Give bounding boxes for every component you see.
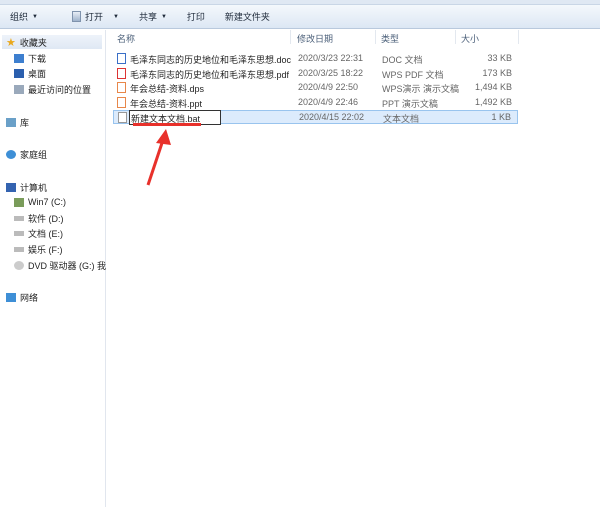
sidebar-item-drive-f[interactable]: 娱乐 (F:) — [14, 242, 63, 256]
library-icon — [6, 117, 16, 127]
label: 软件 (D:) — [28, 213, 64, 224]
drive-icon — [14, 230, 24, 236]
open-label: 打开 — [84, 12, 103, 22]
column-header-date[interactable]: 修改日期 — [297, 32, 333, 46]
file-type: DOC 文档 — [382, 55, 423, 65]
label: Win7 (C:) — [28, 197, 66, 207]
label: 收藏夹 — [19, 37, 47, 48]
dvd-icon — [14, 260, 24, 270]
label: 桌面 — [28, 68, 47, 79]
file-row[interactable]: 年会总结-资料.dps 2020/4/9 22:50 WPS演示 演示文稿 1,494… — [113, 81, 518, 95]
sidebar-item-drive-d[interactable]: 软件 (D:) — [14, 211, 64, 225]
navigation-pane: ★ 收藏夹 下载 桌面 最近访问的位置 库 家庭组 计算机 Win7 (C:) 软… — [0, 30, 106, 507]
file-name: 毛泽东同志的历史地位和毛泽东思想.doc — [130, 55, 292, 65]
file-icon — [117, 96, 126, 108]
share-button[interactable]: 共享 ▼ — [129, 10, 177, 23]
file-icon — [117, 82, 126, 93]
sidebar-item-favorites[interactable]: ★ 收藏夹 — [2, 35, 102, 49]
label: 网络 — [20, 292, 39, 303]
share-label: 共享 — [138, 12, 157, 22]
computer-icon — [6, 182, 16, 192]
label: 库 — [20, 117, 30, 128]
file-date: 2020/3/23 22:31 — [298, 53, 364, 63]
file-date: 2020/4/9 22:46 — [298, 96, 359, 107]
sidebar-item-drive-c[interactable]: Win7 (C:) — [14, 195, 66, 209]
file-size: 1,494 KB — [474, 82, 512, 92]
chevron-down-icon: ▼ — [160, 13, 167, 20]
chevron-down-icon: ▼ — [112, 13, 119, 20]
file-row[interactable]: 毛泽东同志的历史地位和毛泽东思想.pdf 2020/3/25 18:22 WPS P… — [113, 67, 518, 81]
column-divider[interactable] — [455, 30, 456, 44]
file-icon — [117, 53, 126, 64]
file-row[interactable]: 年会总结-资料.ppt 2020/4/9 22:46 PPT 演示文稿 1,492 K… — [113, 96, 518, 110]
sidebar-item-desktop[interactable]: 桌面 — [14, 66, 46, 80]
toolbar: 组织 ▼ 打开 ▼ 共享 ▼ 打印 新建文件夹 — [0, 5, 600, 29]
file-size: 33 KB — [487, 53, 512, 63]
sidebar-item-dvd[interactable]: DVD 驱动器 (G:) 我 — [14, 258, 106, 272]
file-name: 年会总结-资料.ppt — [130, 98, 203, 109]
open-button[interactable]: 打开 ▼ — [62, 10, 129, 23]
downloads-icon — [14, 53, 24, 63]
chevron-down-icon: ▼ — [32, 13, 38, 20]
label: 家庭组 — [20, 149, 48, 160]
column-divider[interactable] — [375, 30, 376, 44]
file-type: WPS PDF 文档 — [382, 69, 444, 80]
open-icon — [71, 11, 81, 22]
organize-button[interactable]: 组织 ▼ — [0, 10, 48, 23]
file-row[interactable]: 毛泽东同志的历史地位和毛泽东思想.doc 2020/3/23 22:31 DOC 文… — [113, 52, 518, 66]
new-folder-label: 新建文件夹 — [224, 12, 270, 22]
homegroup-icon — [6, 149, 16, 159]
file-type: PPT 演示文稿 — [382, 98, 438, 109]
file-name: 毛泽东同志的历史地位和毛泽东思想.pdf — [130, 69, 290, 80]
file-name: 年会总结-资料.dps — [130, 84, 205, 94]
network-icon — [6, 292, 16, 302]
drive-icon — [14, 246, 24, 252]
label: 下载 — [28, 53, 47, 64]
desktop-icon — [14, 68, 24, 78]
file-type: WPS演示 演示文稿 — [382, 84, 460, 94]
sidebar-item-downloads[interactable]: 下载 — [14, 51, 46, 65]
column-divider[interactable] — [290, 30, 291, 44]
print-button[interactable]: 打印 — [177, 10, 215, 23]
column-header-name[interactable]: 名称 — [117, 32, 135, 46]
file-icon — [118, 112, 127, 123]
drive-icon — [14, 215, 24, 221]
file-date: 2020/4/15 22:02 — [299, 112, 365, 122]
column-header-size[interactable]: 大小 — [461, 32, 479, 46]
file-list: 名称 修改日期 类型 大小 毛泽东同志的历史地位和毛泽东思想.doc 2020/3… — [107, 30, 600, 507]
file-icon — [117, 67, 126, 79]
file-size: 173 KB — [482, 67, 512, 78]
column-divider[interactable] — [518, 30, 519, 44]
label: 最近访问的位置 — [28, 84, 92, 95]
star-icon: ★ — [6, 36, 16, 49]
sidebar-item-recent[interactable]: 最近访问的位置 — [14, 82, 91, 96]
drive-icon — [14, 197, 24, 207]
print-label: 打印 — [186, 12, 205, 22]
sidebar-item-homegroup[interactable]: 家庭组 — [6, 147, 47, 161]
file-date: 2020/3/25 18:22 — [298, 67, 364, 78]
sidebar-item-libraries[interactable]: 库 — [6, 115, 29, 129]
organize-label: 组织 — [10, 12, 29, 22]
label: 文档 (E:) — [28, 228, 63, 239]
column-header-type[interactable]: 类型 — [381, 32, 399, 46]
recent-places-icon — [14, 84, 24, 94]
sidebar-item-drive-e[interactable]: 文档 (E:) — [14, 226, 63, 240]
sidebar-item-network[interactable]: 网络 — [6, 290, 38, 304]
label: DVD 驱动器 (G:) 我 — [28, 260, 106, 271]
file-size: 1 KB — [491, 112, 511, 122]
file-size: 1,492 KB — [474, 96, 512, 107]
label: 娱乐 (F:) — [28, 244, 63, 255]
label: 计算机 — [20, 182, 48, 193]
file-type: 文本文档 — [383, 114, 420, 124]
red-arrow-annotation — [146, 129, 171, 186]
file-row[interactable]: 新建文本文档.bat 2020/4/15 22:02 文本文档 1 KB — [113, 110, 518, 125]
new-folder-button[interactable]: 新建文件夹 — [215, 10, 280, 23]
file-date: 2020/4/9 22:50 — [298, 82, 359, 92]
sidebar-item-computer[interactable]: 计算机 — [6, 180, 47, 194]
